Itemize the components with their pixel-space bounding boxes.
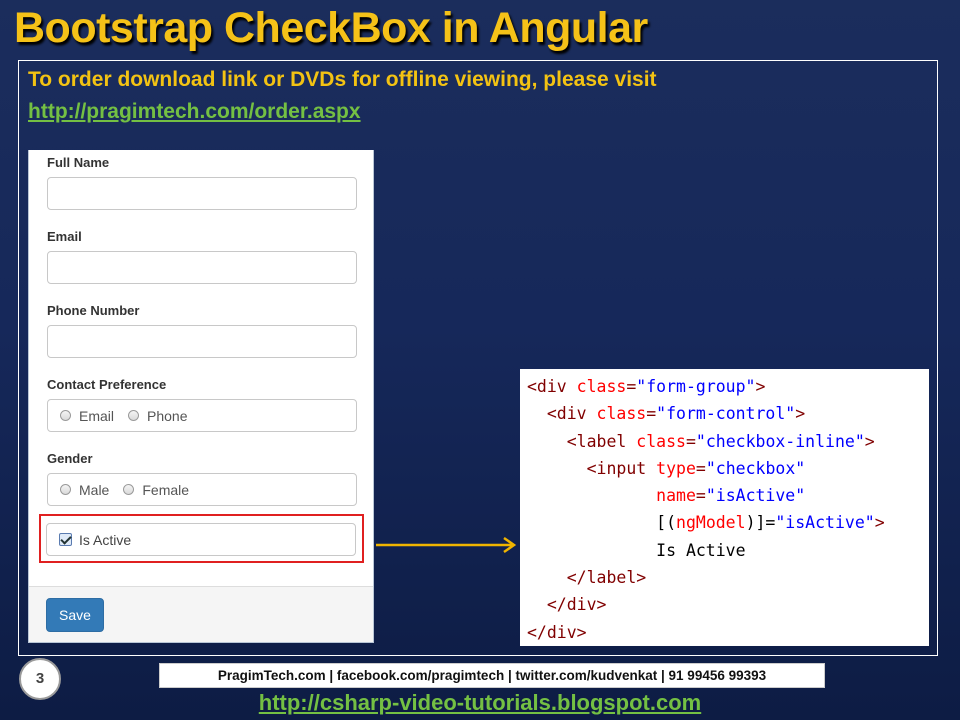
order-text: To order download link or DVDs for offli… (28, 68, 657, 91)
code-tag: </label> (566, 568, 647, 588)
code-attr: class (596, 404, 647, 424)
female-radio[interactable] (123, 484, 135, 495)
code-value: "checkbox-inline" (695, 431, 865, 451)
code-value: "form-control" (656, 404, 796, 424)
save-button[interactable]: Save (46, 598, 104, 632)
code-punct: [( (656, 513, 677, 533)
male-radio-label: Male (79, 481, 110, 498)
code-tag: <label (566, 431, 637, 451)
code-tag: <div (546, 404, 597, 424)
code-close: > (864, 431, 875, 451)
code-tag: </div> (546, 595, 607, 615)
footer-contact-bar: PragimTech.com | facebook.com/pragimtech… (159, 663, 825, 688)
code-close: > (795, 404, 806, 424)
code-line: Is Active (520, 537, 929, 564)
is-active-label: Is Active (79, 531, 132, 548)
code-attr: class (636, 431, 686, 451)
code-attr: name (656, 486, 696, 506)
email-radio-label: Email (79, 407, 115, 424)
form-footer: Save (29, 586, 373, 642)
code-attr: type (656, 458, 696, 478)
phone-radio-label: Phone (147, 407, 188, 424)
arrow-icon (376, 536, 517, 554)
code-eq: = (695, 458, 706, 478)
male-radio[interactable] (60, 484, 71, 495)
code-value: "checkbox" (705, 458, 806, 478)
code-tag: </div> (527, 622, 587, 642)
contact-preference-label: Contact Preference (47, 377, 167, 392)
code-tag: <div (527, 377, 577, 396)
code-tag: <input (586, 458, 657, 478)
code-eq: = (695, 486, 706, 506)
full-name-label: Full Name (47, 155, 110, 170)
code-attr: ngModel (676, 513, 746, 533)
code-line: </div> (520, 591, 929, 618)
gender-label: Gender (47, 451, 93, 466)
blog-link[interactable]: http://csharp-video-tutorials.blogspot.c… (0, 690, 960, 716)
form-body: Full Name Email Phone Number Contact Pre… (29, 150, 373, 586)
slide-title: Bootstrap CheckBox in Angular (14, 4, 648, 52)
code-punct: )]= (745, 513, 776, 533)
code-close: > (755, 377, 766, 396)
order-link[interactable]: http://pragimtech.com/order.aspx (28, 100, 361, 124)
code-line: <div class="form-group"> (520, 373, 929, 400)
code-value: "form-group" (636, 377, 756, 396)
phone-radio[interactable] (128, 410, 140, 421)
code-value: "isActive" (775, 513, 875, 533)
code-text: Is Active (656, 540, 746, 560)
gender-group: Male Female (47, 473, 357, 506)
is-active-checkbox[interactable] (59, 533, 72, 546)
code-attr: class (576, 377, 627, 396)
code-line: <label class="checkbox-inline"> (520, 428, 929, 455)
full-name-input[interactable] (47, 177, 357, 210)
code-line: [(ngModel)]="isActive"> (520, 509, 929, 536)
is-active-group: Is Active (46, 523, 356, 556)
phone-number-input[interactable] (47, 325, 357, 358)
code-panel: <div class="form-group"> <div class="for… (520, 369, 929, 646)
email-label: Email (47, 229, 82, 244)
code-eq: = (646, 404, 657, 424)
phone-number-label: Phone Number (47, 303, 140, 318)
female-radio-label: Female (142, 481, 190, 498)
code-line: </div> (520, 619, 929, 646)
form-panel: Full Name Email Phone Number Contact Pre… (28, 150, 374, 643)
code-close: > (874, 513, 885, 533)
code-line: <input type="checkbox" (520, 455, 929, 482)
code-eq: = (626, 377, 637, 396)
email-input[interactable] (47, 251, 357, 284)
code-line: </label> (520, 564, 929, 591)
code-line: <div class="form-control"> (520, 400, 929, 427)
contact-preference-group: Email Phone (47, 399, 357, 432)
code-line: name="isActive" (520, 482, 929, 509)
code-eq: = (685, 431, 696, 451)
email-radio[interactable] (60, 410, 71, 421)
code-value: "isActive" (705, 486, 806, 506)
